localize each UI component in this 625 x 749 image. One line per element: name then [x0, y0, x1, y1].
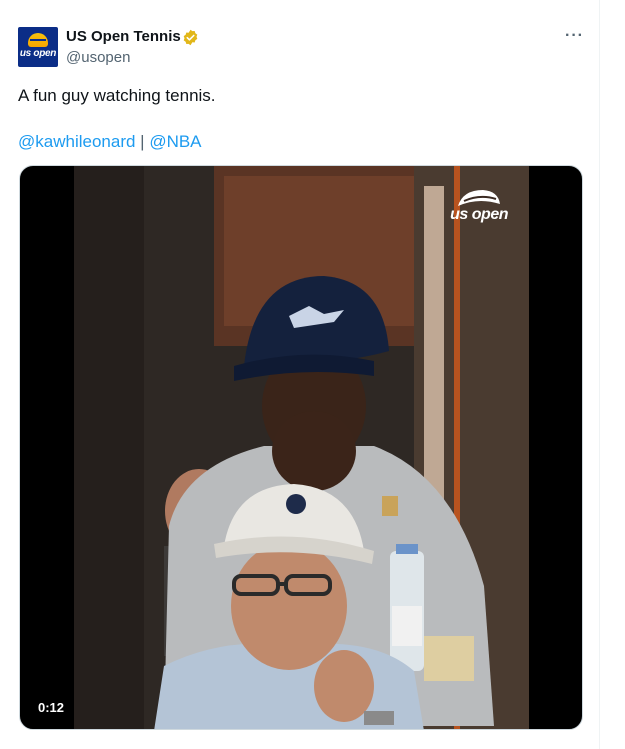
- avatar-logo-text: us open: [19, 48, 57, 59]
- tennis-ball-watermark-icon: [458, 190, 500, 206]
- video-player[interactable]: us open 0:12: [19, 165, 583, 730]
- right-panel-background: [601, 0, 625, 749]
- verified-badge-icon: [183, 29, 198, 46]
- tweet-card[interactable]: us open US Open Tennis @usopen ··· A fun…: [0, 0, 600, 749]
- watermark-text: us open: [450, 206, 508, 223]
- more-options-button[interactable]: ···: [565, 27, 584, 45]
- video-timestamp: 0:12: [32, 698, 71, 717]
- tweet-mentions: @kawhileonard | @NBA: [18, 132, 202, 152]
- mention-separator: |: [135, 132, 150, 151]
- video-frame: [74, 166, 529, 729]
- video-frame-illustration: [74, 166, 529, 729]
- tennis-ball-logo-icon: [28, 33, 48, 47]
- account-handle[interactable]: @usopen: [66, 49, 130, 66]
- account-name[interactable]: US Open Tennis: [66, 28, 181, 45]
- avatar[interactable]: us open: [18, 27, 58, 67]
- tweet-text: A fun guy watching tennis.: [18, 86, 216, 105]
- mention-link-kawhileonard[interactable]: @kawhileonard: [18, 132, 135, 151]
- mention-link-nba[interactable]: @NBA: [149, 132, 201, 151]
- us-open-watermark: us open: [438, 188, 509, 228]
